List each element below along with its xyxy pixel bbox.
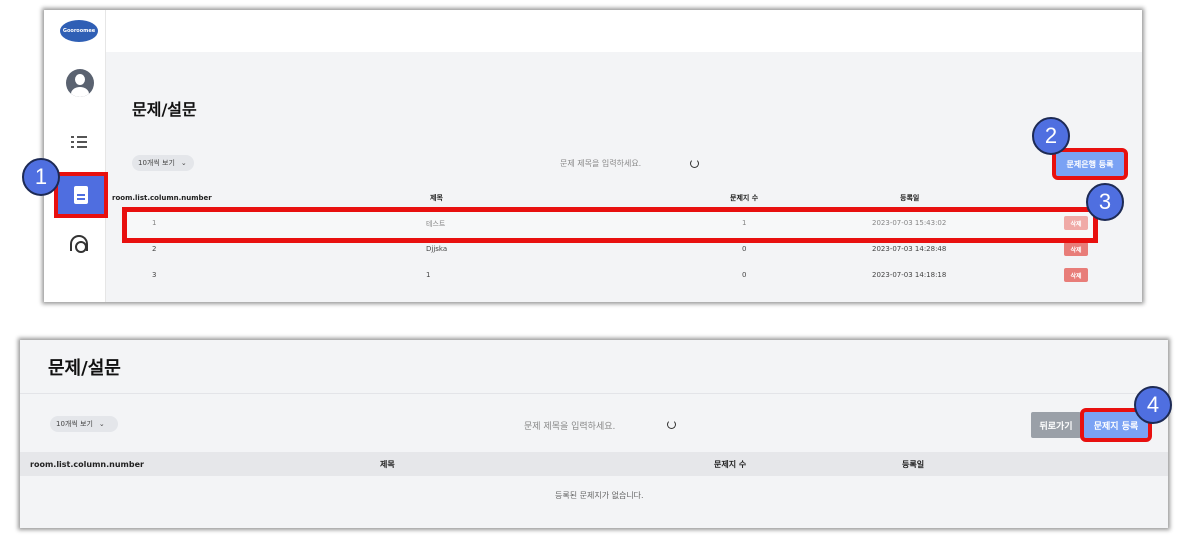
- page-title: 문제/설문: [132, 100, 197, 119]
- page-title: 문제/설문: [48, 358, 121, 379]
- column-number: room.list.column.number: [112, 194, 212, 202]
- refresh-icon[interactable]: [690, 159, 699, 168]
- refresh-icon[interactable]: [667, 420, 676, 429]
- document-icon: [74, 186, 88, 204]
- page-size-label: 10개씩 보기: [138, 159, 175, 167]
- app-logo: Gooroomee: [60, 20, 98, 42]
- delete-button[interactable]: 삭제: [1064, 268, 1088, 282]
- divider: [20, 393, 1168, 394]
- cell-count: 0: [742, 245, 747, 253]
- page-size-select[interactable]: 10개씩 보기 ⌄: [50, 416, 118, 432]
- cell-date: 2023-07-03 14:28:48: [872, 245, 947, 253]
- search-input[interactable]: 문제 제목을 입력하세요.: [560, 158, 641, 169]
- support-icon[interactable]: [70, 235, 88, 253]
- chevron-down-icon: ⌄: [180, 159, 187, 167]
- row-highlight-box: [122, 207, 1098, 243]
- step-badge-3: 3: [1086, 183, 1124, 221]
- delete-button[interactable]: 삭제: [1064, 242, 1088, 256]
- table-header: room.list.column.number 제목 문제지 수 등록일: [20, 452, 1168, 476]
- sidebar-item-problems[interactable]: [54, 172, 108, 218]
- table-header: room.list.column.number 제목 문제지 수 등록일: [112, 191, 1142, 205]
- column-date: 등록일: [902, 459, 925, 469]
- column-title: 제목: [430, 194, 443, 202]
- step-badge-4: 4: [1134, 386, 1172, 424]
- cell-date: 2023-07-03 14:18:18: [872, 271, 947, 279]
- avatar[interactable]: [66, 69, 94, 97]
- column-title: 제목: [380, 459, 395, 469]
- sidebar: Gooroomee: [44, 10, 108, 302]
- register-bank-button[interactable]: 문제은행 등록: [1052, 148, 1128, 180]
- column-count: 문제지 수: [730, 194, 759, 202]
- cell-title: 1: [426, 271, 431, 279]
- chevron-down-icon: ⌄: [98, 420, 105, 428]
- cell-number: 3: [152, 271, 157, 279]
- cell-title: Djjska: [426, 245, 448, 253]
- tutorial-screenshot: Gooroomee 문제/설문 10개씩 보기 ⌄ 문제 제목을 입력하세요. …: [0, 0, 1196, 540]
- top-bar: [106, 10, 1142, 52]
- problem-list-panel: Gooroomee 문제/설문 10개씩 보기 ⌄ 문제 제목을 입력하세요. …: [44, 10, 1142, 302]
- search-input[interactable]: 문제 제목을 입력하세요.: [524, 419, 615, 432]
- step-badge-2: 2: [1032, 117, 1070, 155]
- column-date: 등록일: [900, 194, 920, 202]
- list-icon[interactable]: [71, 136, 87, 148]
- column-count: 문제지 수: [714, 459, 747, 469]
- column-number: room.list.column.number: [30, 459, 144, 469]
- back-button[interactable]: 뒤로가기: [1031, 412, 1081, 438]
- page-size-select[interactable]: 10개씩 보기 ⌄: [132, 155, 194, 171]
- step-badge-1: 1: [22, 158, 60, 196]
- empty-message: 등록된 문제지가 없습니다.: [555, 491, 644, 500]
- page-size-label: 10개씩 보기: [56, 420, 93, 428]
- cell-number: 2: [152, 245, 157, 253]
- cell-count: 0: [742, 271, 747, 279]
- problem-sheet-panel: 문제/설문 10개씩 보기 ⌄ 문제 제목을 입력하세요. 뒤로가기 문제지 등…: [20, 340, 1168, 528]
